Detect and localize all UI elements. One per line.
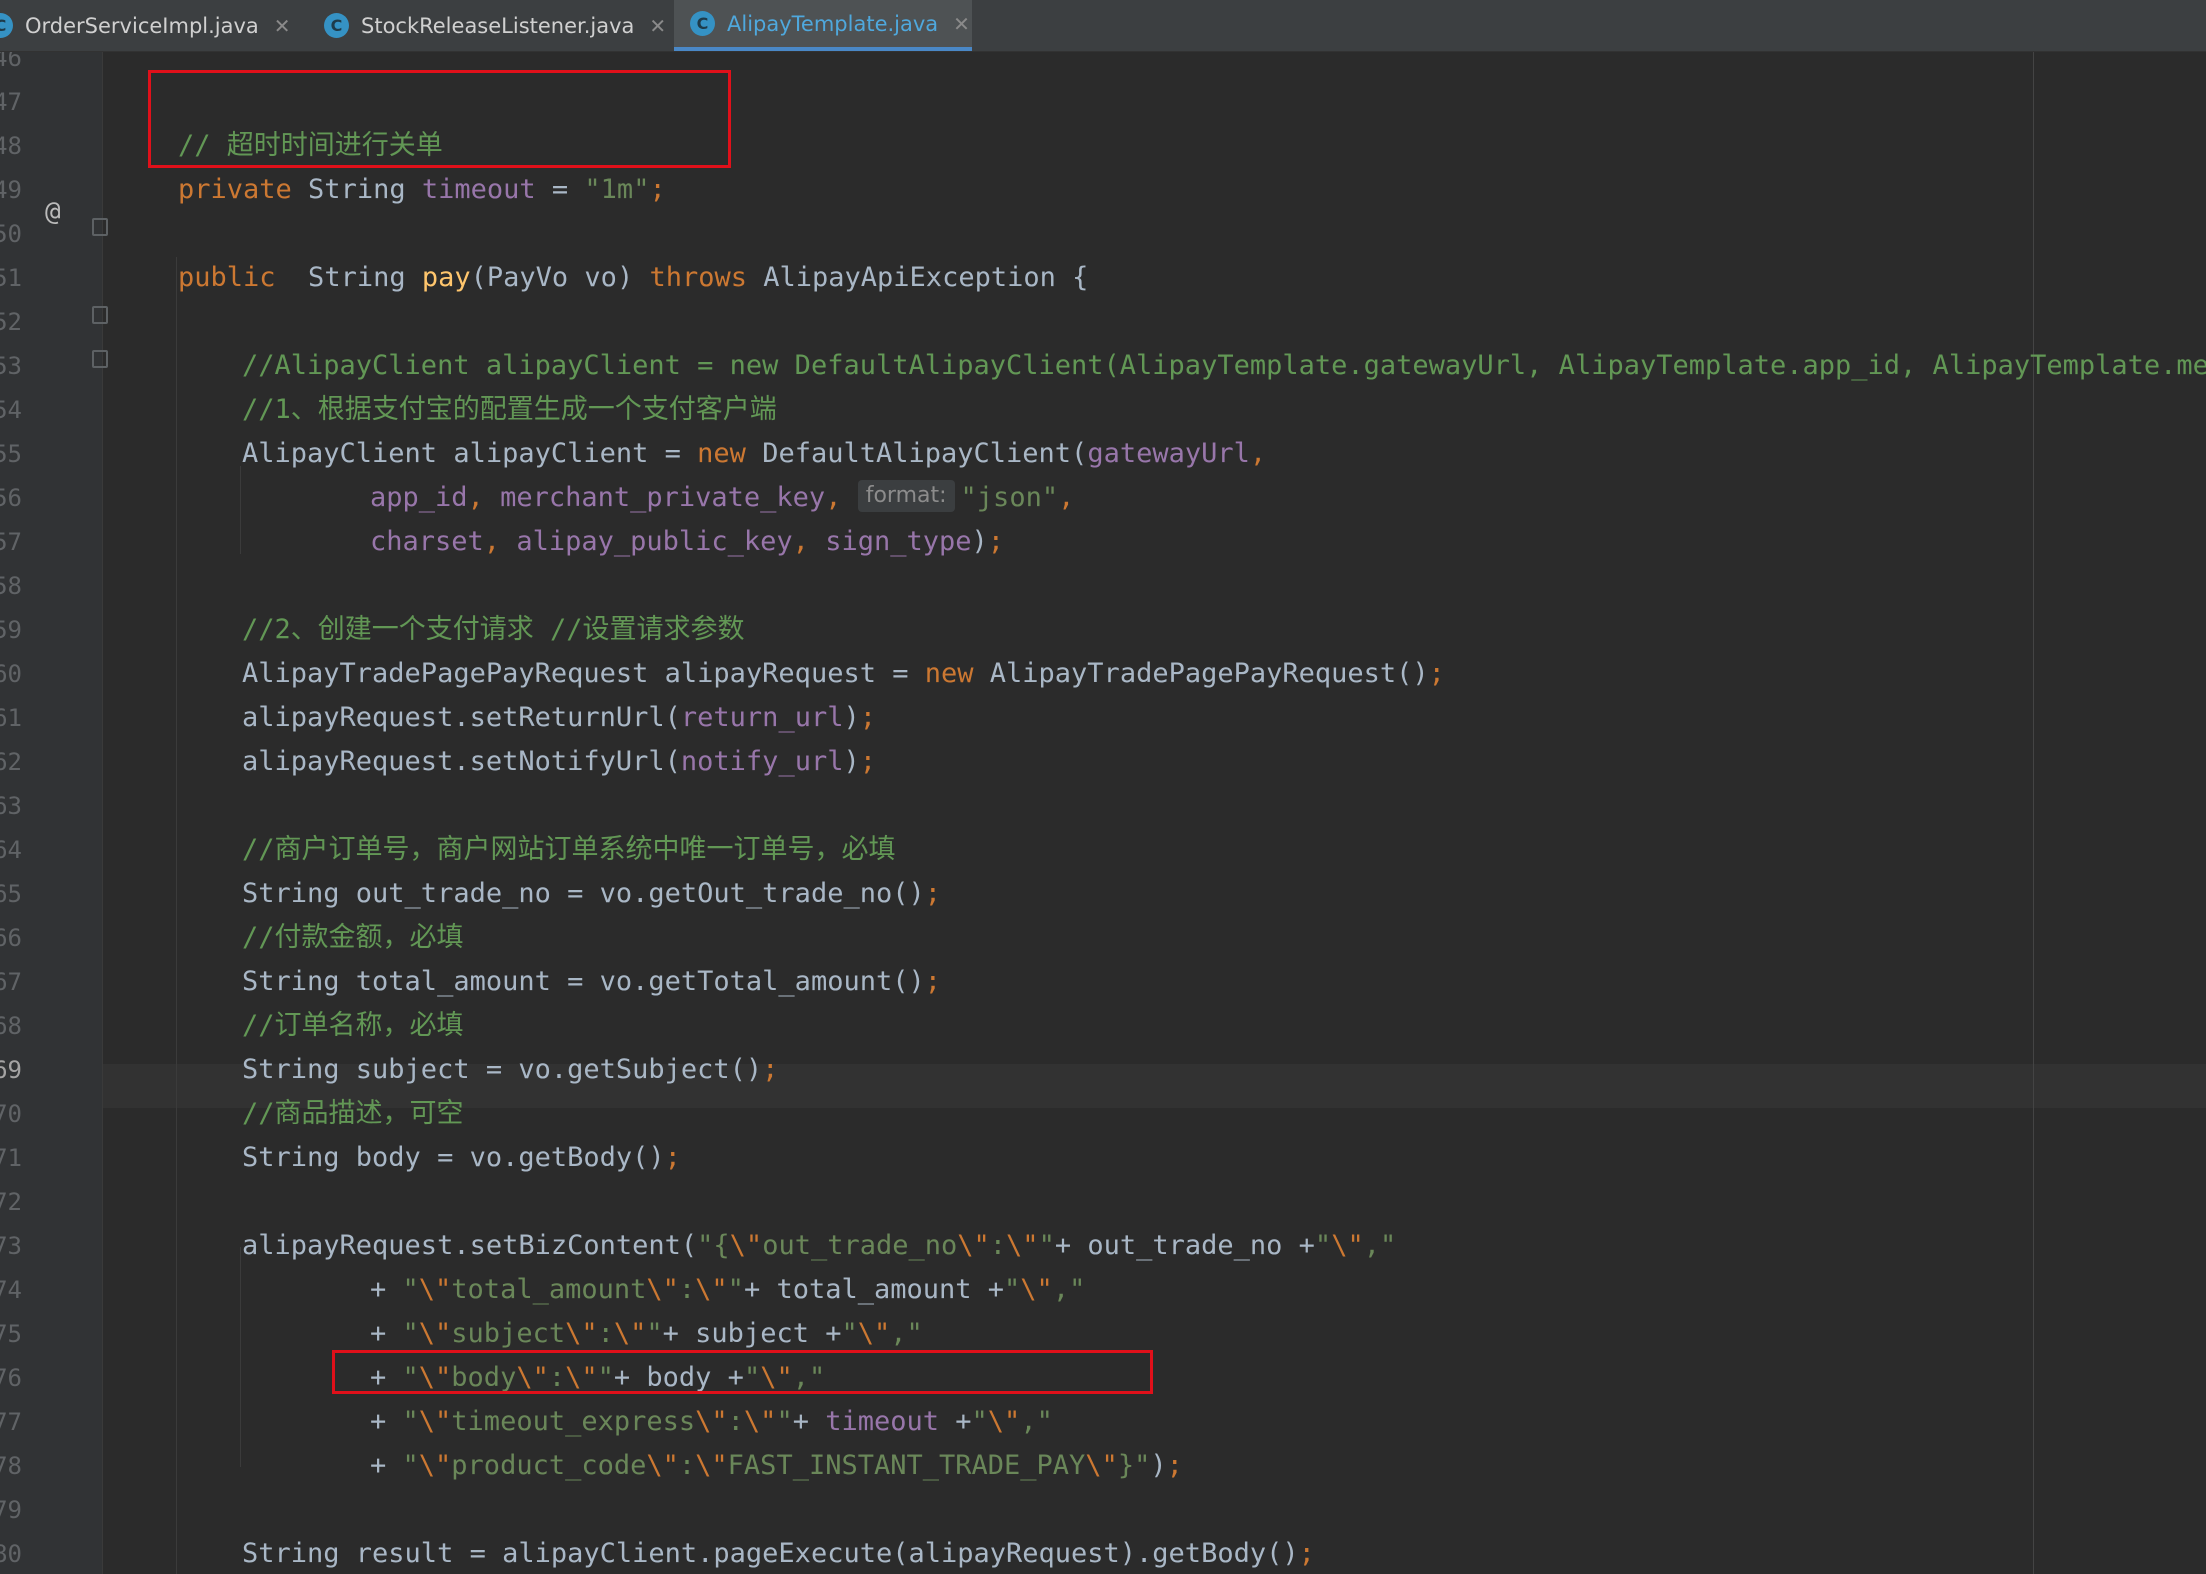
line-number[interactable]: 78 [0, 1444, 22, 1488]
line-number[interactable]: 56 [0, 476, 22, 520]
code-line-73: + "\"total_amount\":\""+ total_amount +"… [370, 1274, 1086, 1305]
line-number[interactable]: 55 [0, 432, 22, 476]
indent-guide [240, 1247, 241, 1467]
tab-stock-release-listener[interactable]: C StockReleaseListener.java ✕ [324, 0, 674, 51]
indent-guide [240, 466, 241, 554]
code-line-67: //订单名称，必填 [242, 1004, 464, 1048]
fold-marker-icon[interactable] [92, 306, 108, 324]
code-line-55: app_id, merchant_private_key, format: "js… [370, 476, 1074, 520]
code-line-59: AlipayTradePagePayRequest alipayRequest … [242, 658, 1445, 689]
code-line-58: //2、创建一个支付请求 //设置请求参数 [242, 608, 745, 652]
line-number-gutter[interactable]: 46 47 48 49 50 51 52 53 54 55 56 57 58 59 60 61 62 63 64 65… [0, 52, 103, 1574]
parameter-hint: format: [857, 479, 955, 512]
line-number[interactable]: 59 [0, 608, 22, 652]
comment: //2、创建一个支付请求 //设置请求参数 [242, 614, 745, 645]
line-number[interactable]: 58 [0, 564, 22, 608]
code-line-54: AlipayClient alipayClient = new DefaultA… [242, 438, 1267, 469]
comment: //1、根据支付宝的配置生成一个支付客户端 [242, 394, 777, 425]
line-number[interactable]: 51 [0, 256, 22, 300]
class-icon: C [690, 11, 715, 36]
line-number[interactable]: 80 [0, 1532, 22, 1574]
indent-guide [176, 257, 177, 1574]
code-line-65: //付款金额，必填 [242, 916, 464, 960]
line-number[interactable]: 48 [0, 124, 22, 168]
code-line-76: + "\"timeout_express\":\""+ timeout +"\"… [370, 1406, 1053, 1437]
comment: //AlipayClient alipayClient = new Defaul… [242, 350, 2206, 381]
close-tab-icon[interactable]: ✕ [649, 14, 666, 38]
editor-tab-bar: C OrderServiceImpl.java ✕ C StockRelease… [0, 0, 2206, 52]
close-tab-icon[interactable]: ✕ [953, 12, 970, 36]
line-number[interactable]: 64 [0, 828, 22, 872]
line-number[interactable]: 53 [0, 344, 22, 388]
code-line-66: String total_amount = vo.getTotal_amount… [242, 966, 941, 997]
override-marker-icon[interactable]: @ [45, 190, 61, 234]
line-number[interactable]: 77 [0, 1400, 22, 1444]
tab-alipay-template[interactable]: C AlipayTemplate.java ✕ [674, 0, 972, 51]
code-line-77: + "\"product_code\":\"FAST_INSTANT_TRADE… [370, 1450, 1183, 1481]
line-number[interactable]: 69 [0, 1048, 22, 1092]
code-line-79: String result = alipayClient.pageExecute… [242, 1538, 1315, 1569]
code-line-61: alipayRequest.setNotifyUrl(notify_url); [242, 746, 876, 777]
line-number[interactable]: 70 [0, 1092, 22, 1136]
close-tab-icon[interactable]: ✕ [274, 14, 291, 38]
comment: //付款金额，必填 [242, 922, 464, 953]
line-number[interactable]: 61 [0, 696, 22, 740]
comment: //订单名称，必填 [242, 1010, 464, 1041]
line-number[interactable]: 52 [0, 300, 22, 344]
code-line-48: private String timeout = "1m"; [178, 174, 666, 205]
right-margin-guide [2033, 52, 2034, 1574]
line-number[interactable]: 72 [0, 1180, 22, 1224]
line-number[interactable]: 68 [0, 1004, 22, 1048]
line-number[interactable]: 62 [0, 740, 22, 784]
code-line-64: String out_trade_no = vo.getOut_trade_no… [242, 878, 941, 909]
line-number[interactable]: 54 [0, 388, 22, 432]
class-icon: C [0, 13, 13, 38]
line-number[interactable]: 60 [0, 652, 22, 696]
line-number[interactable]: 75 [0, 1312, 22, 1356]
tab-order-service-impl[interactable]: C OrderServiceImpl.java ✕ [0, 0, 300, 51]
line-number[interactable]: 79 [0, 1488, 22, 1532]
code-editor[interactable]: 46 47 48 49 50 51 52 53 54 55 56 57 58 59 60 61 62 63 64 65… [0, 52, 2206, 1574]
line-number[interactable]: 46 [0, 52, 22, 80]
code-line-68: String subject = vo.getSubject(); [242, 1054, 779, 1085]
tab-label: StockReleaseListener.java [361, 13, 635, 38]
code-line-63: //商户订单号，商户网站订单系统中唯一订单号，必填 [242, 828, 896, 872]
line-number[interactable]: 76 [0, 1356, 22, 1400]
code-line-70: String body = vo.getBody(); [242, 1142, 681, 1173]
code-line-52: //AlipayClient alipayClient = new Defaul… [242, 344, 2206, 388]
code-line-60: alipayRequest.setReturnUrl(return_url); [242, 702, 876, 733]
code-line-56: charset, alipay_public_key, sign_type); [370, 526, 1005, 557]
annotation-box-timeout-express [332, 1350, 1153, 1394]
code-line-69: //商品描述，可空 [242, 1092, 464, 1136]
tab-label: AlipayTemplate.java [727, 11, 939, 36]
comment: //商户订单号，商户网站订单系统中唯一订单号，必填 [242, 834, 896, 865]
fold-marker-icon[interactable] [92, 350, 108, 368]
line-number[interactable]: 74 [0, 1268, 22, 1312]
fold-marker-icon[interactable] [92, 218, 108, 236]
line-number[interactable]: 71 [0, 1136, 22, 1180]
code-line-53: //1、根据支付宝的配置生成一个支付客户端 [242, 388, 777, 432]
line-number[interactable]: 73 [0, 1224, 22, 1268]
line-number[interactable]: 47 [0, 80, 22, 124]
line-number[interactable]: 49 [0, 168, 22, 212]
line-number[interactable]: 66 [0, 916, 22, 960]
line-number[interactable]: 50 [0, 212, 22, 256]
line-number[interactable]: 67 [0, 960, 22, 1004]
class-icon: C [324, 13, 349, 38]
annotation-box-timeout-field [148, 70, 731, 168]
line-number[interactable]: 63 [0, 784, 22, 828]
code-line-72: alipayRequest.setBizContent("{\"out_trad… [242, 1230, 1397, 1261]
tab-label: OrderServiceImpl.java [25, 13, 259, 38]
comment: //商品描述，可空 [242, 1098, 464, 1129]
code-line-50: public String pay(PayVo vo) throws Alipa… [178, 262, 1089, 293]
line-number[interactable]: 57 [0, 520, 22, 564]
line-number[interactable]: 65 [0, 872, 22, 916]
